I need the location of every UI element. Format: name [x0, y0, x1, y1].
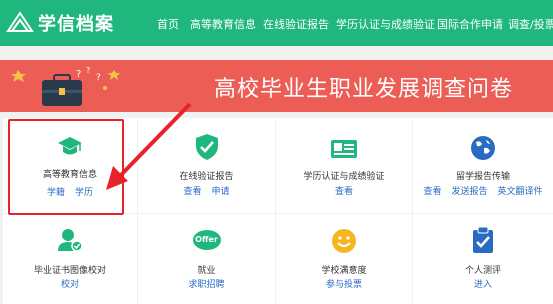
card-links: 进入	[413, 277, 553, 290]
link-proofread[interactable]: 校对	[61, 280, 79, 290]
survey-banner[interactable]: ? ? ? 高校毕业生职业发展调查问卷	[0, 60, 553, 112]
card-label: 在线验证报告	[179, 172, 234, 182]
briefcase-illustration-icon: ? ? ?	[11, 66, 120, 106]
user-check-icon	[58, 229, 83, 252]
card-label: 留学报告传输	[455, 172, 510, 182]
card-links: 查看	[276, 184, 412, 197]
card-links: 校对	[3, 277, 137, 290]
link-view[interactable]: 查看	[335, 187, 353, 197]
link-enter[interactable]: 进入	[474, 280, 492, 290]
link-vote[interactable]: 参与投票	[326, 280, 362, 290]
globe-icon	[471, 136, 495, 160]
logo-icon	[6, 11, 34, 32]
card-label: 毕业证书图像校对	[33, 266, 106, 276]
page: 学信档案 首页 高等教育信息 在线验证报告 学历认证与成绩验证 国际合作申请 调…	[0, 0, 553, 304]
shield-check-icon	[195, 134, 218, 160]
link-job-search[interactable]: 求职招聘	[188, 280, 224, 290]
svg-text:?: ?	[76, 69, 81, 80]
card-assessment[interactable]: 个人测评 进入	[413, 214, 553, 304]
nav-item-higher-education[interactable]: 高等教育信息	[190, 16, 256, 32]
card-label: 就业	[197, 266, 216, 276]
card-diploma-proofread[interactable]: 毕业证书图像校对 校对	[3, 214, 137, 304]
link-apply[interactable]: 申请	[212, 187, 230, 197]
nav-item-home[interactable]: 首页	[157, 16, 179, 32]
card-study-abroad[interactable]: 留学报告传输 查看 发送报告 英文翻译件	[413, 118, 553, 213]
card-links: 参与投票	[276, 277, 412, 290]
card-label: 学历认证与成绩验证	[303, 172, 385, 182]
svg-text:?: ?	[86, 66, 90, 75]
card-certification[interactable]: 学历认证与成绩验证 查看	[276, 118, 412, 213]
card-label: 个人测评	[464, 266, 501, 276]
card-satisfaction[interactable]: 学校满意度 参与投票	[276, 214, 412, 304]
banner-title: 高校毕业生职业发展调查问卷	[214, 77, 514, 102]
nav-item-survey[interactable]: 调查/投票	[508, 16, 553, 32]
nav-item-international[interactable]: 国际合作申请	[437, 16, 503, 32]
card-employment[interactable]: Offer 就业 求职招聘	[138, 214, 275, 304]
offer-icon: Offer	[192, 230, 221, 250]
certificate-icon	[331, 140, 357, 158]
highlight-box	[8, 119, 124, 215]
nav-item-certification[interactable]: 学历认证与成绩验证	[336, 16, 435, 32]
nav-item-online-report[interactable]: 在线验证报告	[263, 16, 329, 32]
card-links: 查看 发送报告 英文翻译件	[413, 184, 553, 197]
svg-text:?: ?	[96, 73, 101, 83]
link-view[interactable]: 查看	[423, 187, 441, 197]
clipboard-check-icon	[473, 226, 493, 253]
card-links: 查看 申请	[138, 184, 275, 197]
logo[interactable]: 学信档案	[6, 8, 114, 38]
top-header: 学信档案 首页 高等教育信息 在线验证报告 学历认证与成绩验证 国际合作申请 调…	[0, 0, 553, 46]
card-online-report[interactable]: 在线验证报告 查看 申请	[138, 118, 275, 213]
smile-icon	[332, 229, 356, 253]
link-send-report[interactable]: 发送报告	[451, 187, 487, 197]
link-english-translation[interactable]: 英文翻译件	[498, 187, 543, 197]
logo-text: 学信档案	[38, 14, 114, 35]
card-label: 学校满意度	[321, 266, 367, 276]
card-links: 求职招聘	[138, 277, 275, 290]
link-view[interactable]: 查看	[183, 187, 201, 197]
